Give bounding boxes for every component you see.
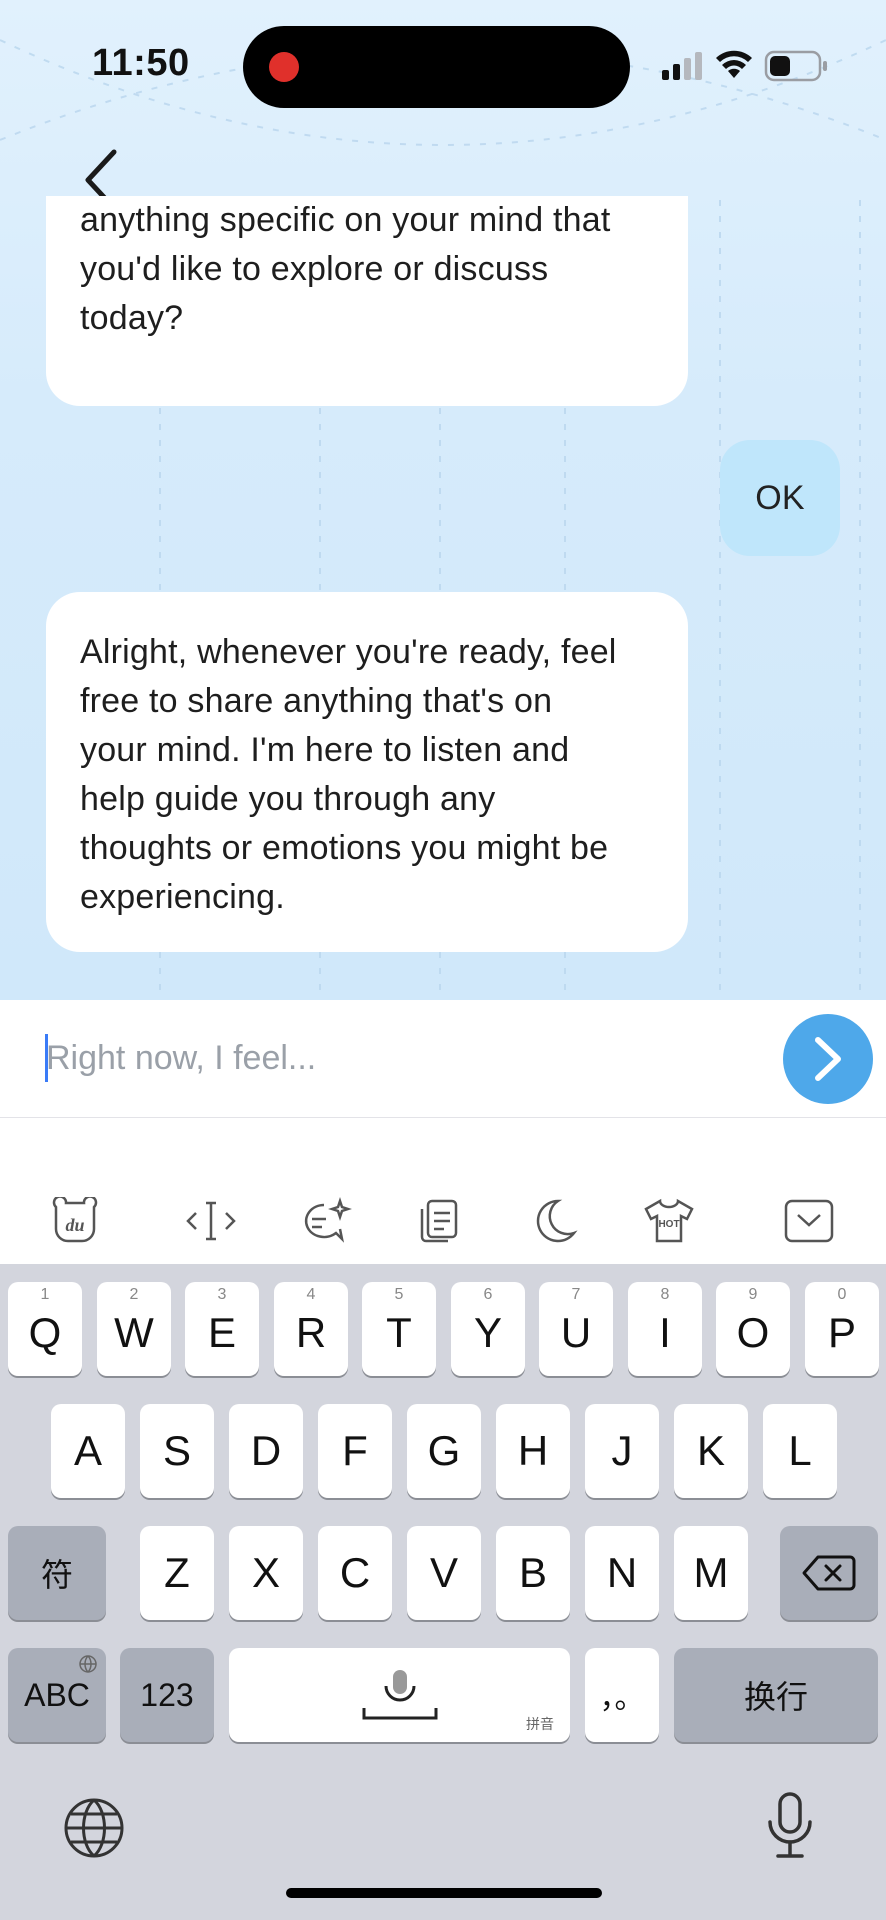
hot-shirt-icon[interactable]: HOT [642,1194,696,1248]
message-line: Alright, whenever you're ready, feel [80,633,617,671]
key-e[interactable]: 3E [185,1282,259,1376]
return-key[interactable]: 换行 [674,1648,878,1742]
globe-icon [79,1655,97,1673]
message-line: today? [80,299,184,337]
message-line: anything specific on your mind that [80,201,611,239]
key-g[interactable]: G [407,1404,481,1498]
message-input[interactable] [46,1026,746,1090]
magic-chat-icon[interactable] [298,1194,352,1248]
status-time: 11:50 [92,42,190,84]
punctuation-key[interactable]: ，。 [585,1648,659,1742]
status-icons [662,50,827,82]
cellular-signal-icon [662,52,702,80]
key-o[interactable]: 9O [716,1282,790,1376]
dynamic-island [243,26,630,108]
message-list[interactable]: anything specific on your mind that you'… [0,196,886,1000]
delete-key[interactable] [780,1526,878,1620]
message-line: help guide you through any [80,780,496,818]
wifi-icon [716,50,752,78]
key-v[interactable]: V [407,1526,481,1620]
key-l[interactable]: L [763,1404,837,1498]
recording-indicator-icon [269,52,299,82]
key-a[interactable]: A [51,1404,125,1498]
symbol-key[interactable]: 符 [8,1526,106,1620]
status-bar: 11:50 [0,0,886,130]
message-line: thoughts or emotions you might be [80,829,609,867]
key-b[interactable]: B [496,1526,570,1620]
message-input-bar [0,1000,886,1118]
backspace-icon [802,1555,856,1591]
cursor-icon[interactable] [184,1194,238,1248]
assistant-message-bubble: Alright, whenever you're ready, feel fre… [46,592,688,952]
key-i[interactable]: 8I [628,1282,702,1376]
key-j[interactable]: J [585,1404,659,1498]
message-line: your mind. I'm here to listen and [80,731,570,769]
key-p[interactable]: 0P [805,1282,879,1376]
keyboard-toolbar: du HOT [0,1176,886,1264]
message-line: free to share anything that's on [80,682,553,720]
message-text: OK [755,478,805,517]
key-k[interactable]: K [674,1404,748,1498]
abc-key[interactable]: ABC [8,1648,106,1742]
key-w[interactable]: 2W [97,1282,171,1376]
home-indicator [286,1888,602,1898]
hide-keyboard-icon[interactable] [782,1194,836,1248]
message-line: you'd like to explore or discuss [80,250,549,288]
key-f[interactable]: F [318,1404,392,1498]
key-d[interactable]: D [229,1404,303,1498]
numbers-key[interactable]: 123 [120,1648,214,1742]
key-y[interactable]: 6Y [451,1282,525,1376]
microphone-space-icon [362,1670,437,1720]
space-key[interactable]: 拼音 [229,1648,570,1742]
dictation-microphone-icon[interactable] [762,1792,818,1860]
svg-text:HOT: HOT [658,1219,679,1230]
key-q[interactable]: 1Q [8,1282,82,1376]
keyboard-spacer [0,1118,886,1176]
du-bear-icon[interactable]: du [48,1194,102,1248]
key-t[interactable]: 5T [362,1282,436,1376]
user-message-bubble: OK [720,440,840,556]
key-x[interactable]: X [229,1526,303,1620]
message-line: experiencing. [80,878,285,916]
key-n[interactable]: N [585,1526,659,1620]
key-r[interactable]: 4R [274,1282,348,1376]
chevron-right-icon [815,1037,841,1081]
clipboard-icon[interactable] [412,1194,466,1248]
key-u[interactable]: 7U [539,1282,613,1376]
key-z[interactable]: Z [140,1526,214,1620]
key-h[interactable]: H [496,1404,570,1498]
moon-icon[interactable] [528,1194,582,1248]
send-button[interactable] [783,1014,873,1104]
battery-icon [764,50,827,82]
svg-text:du: du [65,1215,84,1235]
keyboard: 1Q 2W 3E 4R 5T 6Y 7U 8I 9O 0P A S D F G … [0,1264,886,1920]
key-c[interactable]: C [318,1526,392,1620]
assistant-message-bubble: anything specific on your mind that you'… [46,196,688,406]
globe-icon[interactable] [62,1796,126,1860]
key-s[interactable]: S [140,1404,214,1498]
key-m[interactable]: M [674,1526,748,1620]
